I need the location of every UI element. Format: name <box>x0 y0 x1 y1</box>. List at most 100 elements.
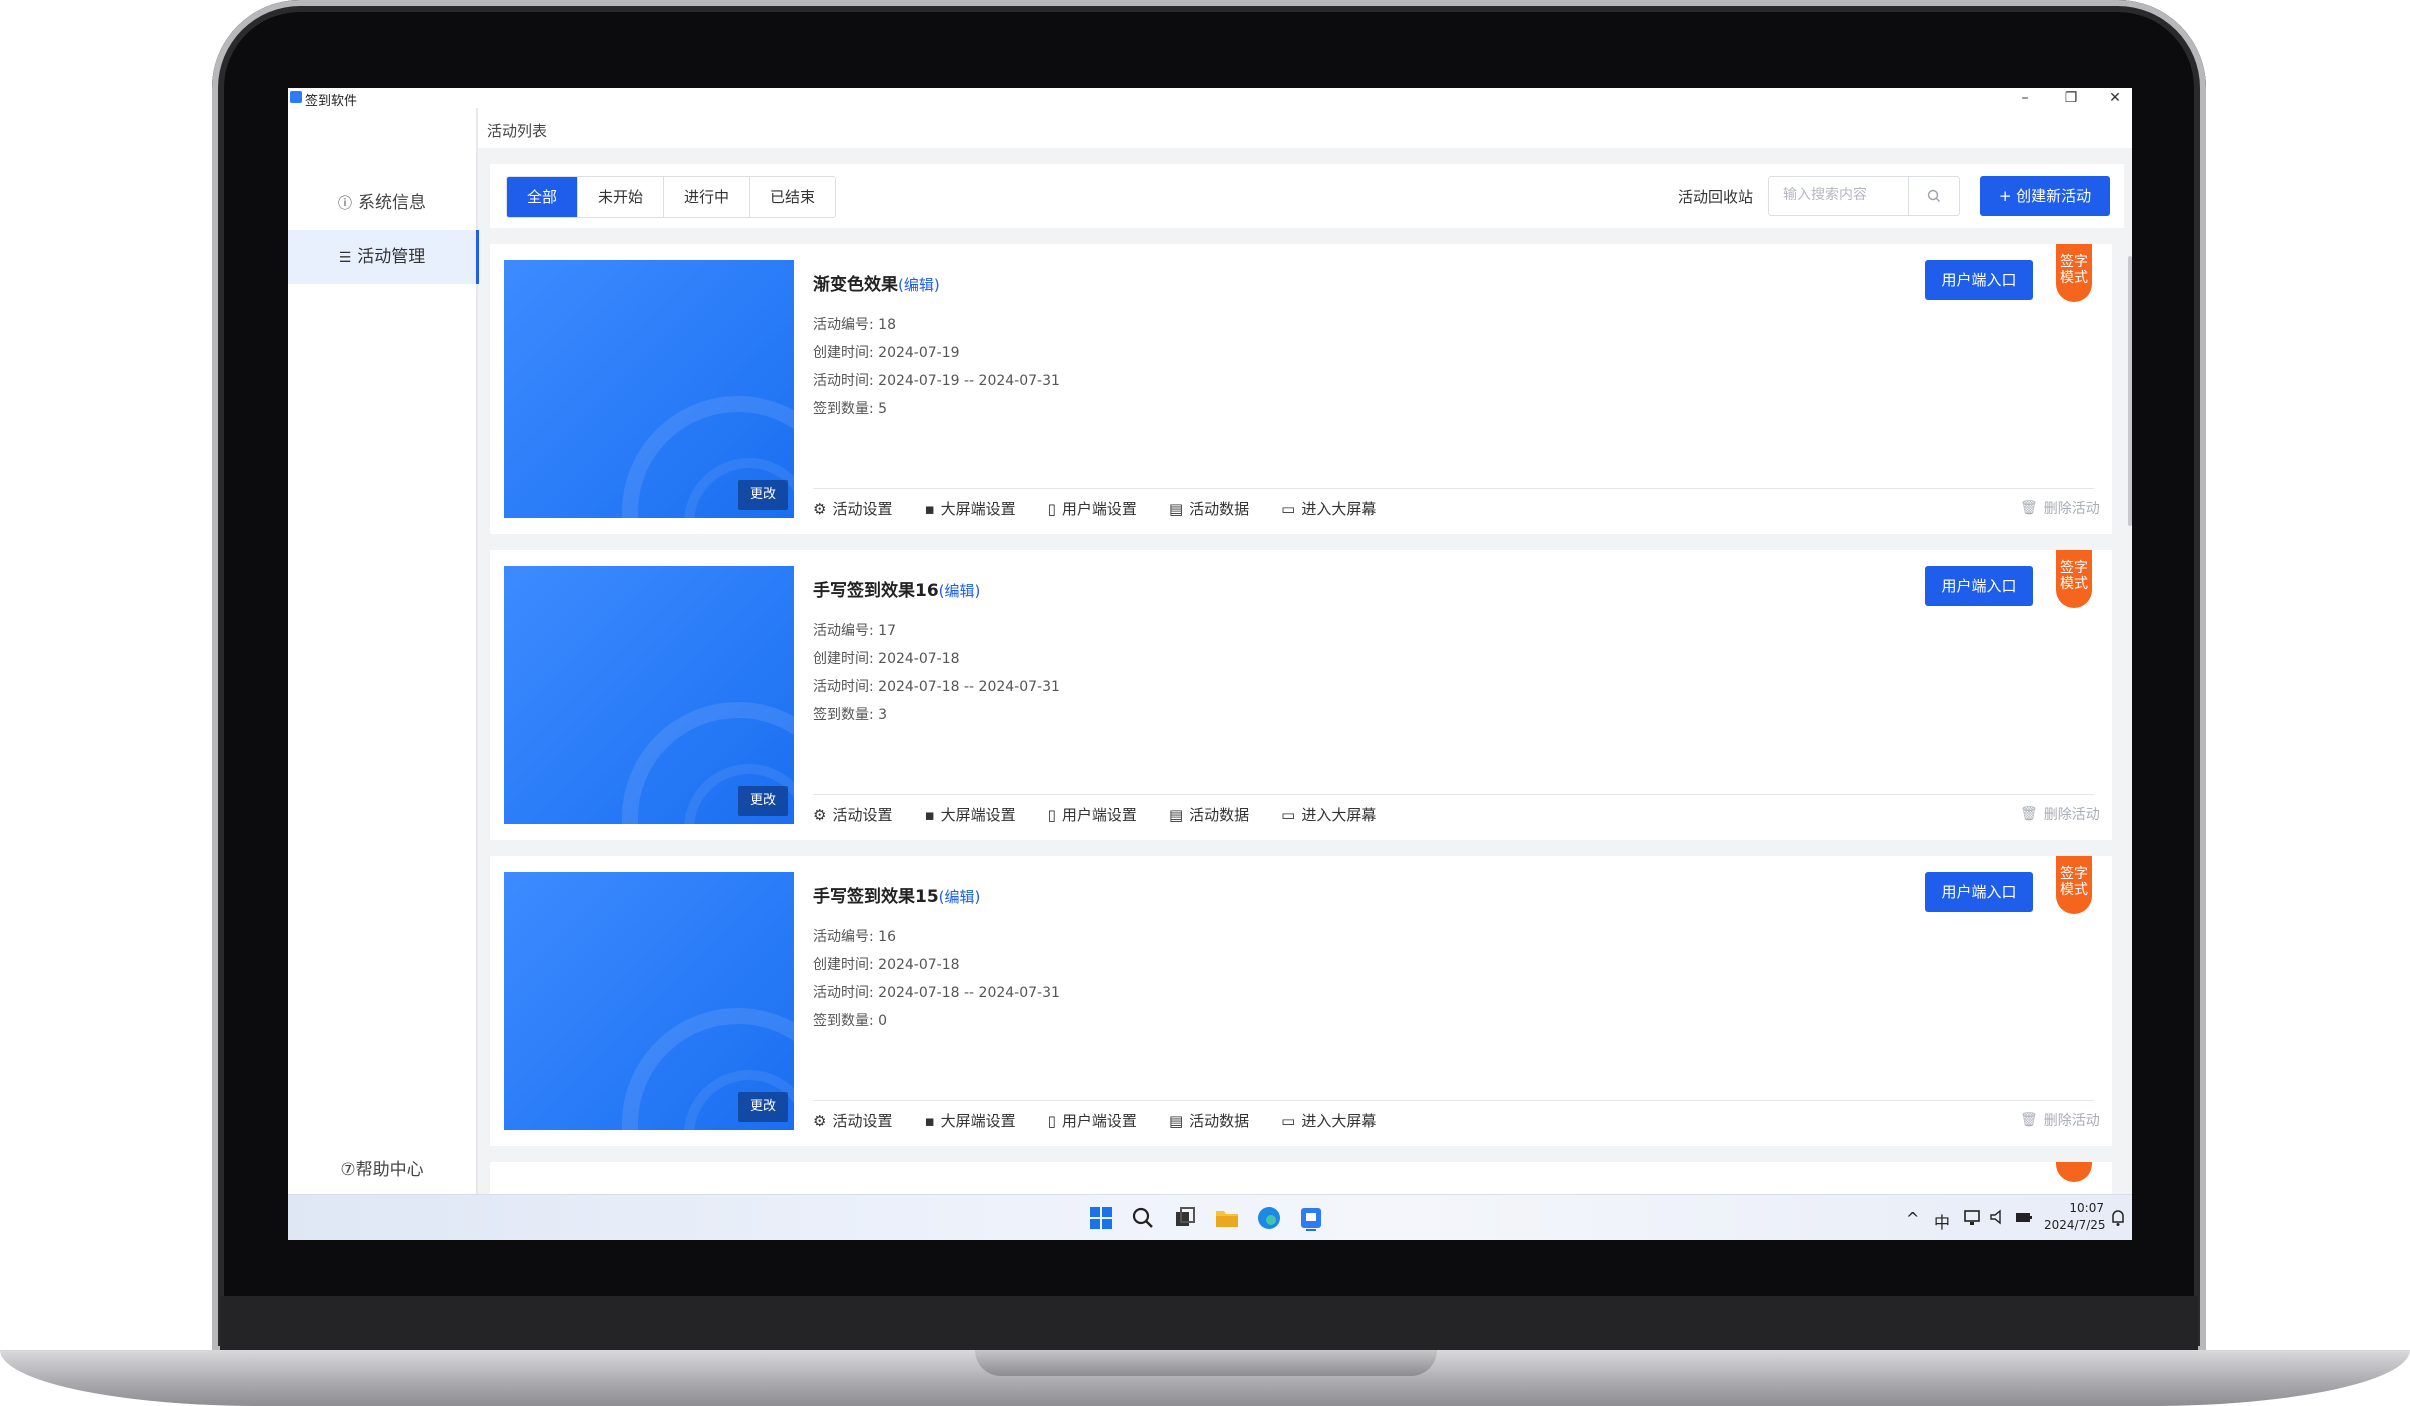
activity-created: 创建时间: 2024-07-19 <box>813 345 960 361</box>
breadcrumb: 活动列表 <box>478 108 2132 148</box>
activity-settings-button[interactable]: ⚙ 活动设置 <box>813 1110 892 1131</box>
help-center-link[interactable]: ⑦帮助中心 <box>288 1155 476 1180</box>
tray-expand-icon[interactable]: ^ <box>1906 1209 1919 1228</box>
action-label: 活动设置 <box>832 500 893 518</box>
phone-icon: ▯ <box>1047 1111 1056 1130</box>
list-icon: ☰ <box>338 250 352 266</box>
monitor-icon: ▭ <box>1281 499 1296 518</box>
close-button[interactable]: ✕ <box>2092 88 2132 108</box>
search-icon <box>1927 189 1940 202</box>
notification-bell-icon[interactable] <box>2110 1209 2126 1227</box>
search-icon[interactable] <box>1130 1205 1156 1231</box>
file-explorer-icon[interactable] <box>1214 1205 1240 1231</box>
tab-not-started[interactable]: 未开始 <box>578 177 665 217</box>
edit-link[interactable]: (编辑) <box>939 582 981 600</box>
activity-title-text: 手写签到效果16 <box>813 581 939 601</box>
activity-card: 更改 渐变色效果(编辑) 活动编号: 18 创建时间: 2024-07-19 活… <box>490 244 2112 534</box>
change-cover-button[interactable]: 更改 <box>738 480 788 510</box>
activity-data-button[interactable]: ▤ 活动数据 <box>1169 804 1249 825</box>
edit-link[interactable]: (编辑) <box>898 276 940 294</box>
enter-big-screen-button[interactable]: ▭ 进入大屏幕 <box>1281 804 1376 825</box>
search-input[interactable] <box>1769 177 1927 213</box>
screen-settings-button[interactable]: ▪ 大屏端设置 <box>924 804 1015 825</box>
gear-icon: ⚙ <box>813 1111 827 1130</box>
screen-settings-button[interactable]: ▪ 大屏端设置 <box>924 498 1015 519</box>
tab-in-progress[interactable]: 进行中 <box>664 177 751 217</box>
delete-activity-button[interactable]: 🗑 删除活动 <box>2020 498 2100 518</box>
restore-button[interactable]: ❐ <box>2048 88 2094 108</box>
activity-data-button[interactable]: ▤ 活动数据 <box>1169 498 1249 519</box>
user-entry-button[interactable]: 用户端入口 <box>1925 872 2033 912</box>
activity-id: 活动编号: 17 <box>813 623 896 639</box>
action-label: 进入大屏幕 <box>1301 806 1377 824</box>
tab-all[interactable]: 全部 <box>507 177 579 217</box>
user-entry-button[interactable]: 用户端入口 <box>1925 566 2033 606</box>
gear-icon: ⚙ <box>813 805 827 824</box>
list-scrollbar[interactable] <box>2128 256 2132 526</box>
action-label: 活动数据 <box>1189 806 1250 824</box>
user-settings-button[interactable]: ▯ 用户端设置 <box>1048 804 1137 825</box>
activity-period: 活动时间: 2024-07-18 -- 2024-07-31 <box>813 985 1060 1001</box>
delete-activity-button[interactable]: 🗑 删除活动 <box>2020 804 2100 824</box>
action-label: 进入大屏幕 <box>1301 1112 1377 1130</box>
delete-activity-button[interactable]: 🗑 删除活动 <box>2020 1110 2100 1130</box>
status-tabs: 全部 未开始 进行中 已结束 <box>506 176 837 218</box>
recycle-bin-link[interactable]: 活动回收站 <box>1678 186 1753 207</box>
clock-time: 10:07 <box>2069 1201 2104 1215</box>
window-titlebar: 签到软件 – ❐ ✕ <box>288 88 2132 109</box>
card-actions: ⚙ 活动设置 ▪ 大屏端设置 ▯ 用户端设置 ▤ 活动数据 ▭ 进入大屏幕 <box>813 804 1408 825</box>
signin-app-taskbar-icon[interactable] <box>1298 1205 1324 1231</box>
monitor-icon: ▭ <box>1281 1111 1296 1130</box>
user-settings-button[interactable]: ▯ 用户端设置 <box>1048 498 1137 519</box>
create-activity-button[interactable]: + 创建新活动 <box>1980 176 2110 216</box>
input-method-indicator[interactable]: 中 <box>1934 1209 1950 1233</box>
network-icon[interactable] <box>1962 1207 1982 1227</box>
system-clock[interactable]: 10:07 2024/7/25 <box>2044 1200 2106 1234</box>
minimize-button[interactable]: – <box>2002 88 2048 108</box>
activity-signin-count: 签到数量: 0 <box>813 1013 888 1029</box>
edge-browser-icon[interactable] <box>1256 1205 1282 1231</box>
tab-ended[interactable]: 已结束 <box>750 177 836 217</box>
change-cover-button[interactable]: 更改 <box>738 786 788 816</box>
activity-settings-button[interactable]: ⚙ 活动设置 <box>813 498 892 519</box>
sidebar-item-system-info[interactable]: ⓘ 系统信息 <box>288 176 476 230</box>
action-label: 进入大屏幕 <box>1301 500 1377 518</box>
edit-link[interactable]: (编辑) <box>939 888 981 906</box>
enter-big-screen-button[interactable]: ▭ 进入大屏幕 <box>1281 498 1376 519</box>
search-box <box>1768 176 1960 216</box>
screen: 签到软件 – ❐ ✕ ⓘ 系统信息 ☰ 活动管理 ⑦帮助中心 活动列表 全部 未开始… <box>288 88 2132 1240</box>
volume-icon[interactable] <box>1988 1207 2008 1227</box>
card-actions: ⚙ 活动设置 ▪ 大屏端设置 ▯ 用户端设置 ▤ 活动数据 ▭ 进入大屏幕 <box>813 1110 1408 1131</box>
app-icon <box>290 91 302 103</box>
screen-settings-button[interactable]: ▪ 大屏端设置 <box>924 1110 1015 1131</box>
user-entry-button[interactable]: 用户端入口 <box>1925 260 2033 300</box>
change-cover-button[interactable]: 更改 <box>738 1092 788 1122</box>
taskbar: ^ 中 10:07 2024/7/25 <box>288 1194 2132 1240</box>
signature-mode-badge: 签字 模式 <box>2056 244 2092 302</box>
delete-label: 删除活动 <box>2043 807 2100 823</box>
enter-big-screen-button[interactable]: ▭ 进入大屏幕 <box>1281 1110 1376 1131</box>
activity-title-text: 手写签到效果15 <box>813 887 939 907</box>
phone-icon: ▯ <box>1047 805 1056 824</box>
trash-icon: 🗑 <box>2020 806 2038 822</box>
chart-icon: ▤ <box>1168 1111 1184 1130</box>
battery-icon[interactable] <box>2014 1207 2034 1227</box>
action-label: 活动设置 <box>832 1112 893 1130</box>
search-button[interactable] <box>1908 177 1959 215</box>
sidebar-item-label: 活动管理 <box>357 247 426 267</box>
windows-start-icon[interactable] <box>1088 1205 1114 1231</box>
activity-list: 更改 渐变色效果(编辑) 活动编号: 18 创建时间: 2024-07-19 活… <box>490 244 2112 1194</box>
activity-id: 活动编号: 18 <box>813 317 896 333</box>
user-settings-button[interactable]: ▯ 用户端设置 <box>1048 1110 1137 1131</box>
action-label: 用户端设置 <box>1061 500 1137 518</box>
activity-settings-button[interactable]: ⚙ 活动设置 <box>813 804 892 825</box>
sidebar-item-activity-management[interactable]: ☰ 活动管理 <box>288 230 479 284</box>
signature-mode-badge: 签字 模式 <box>2056 856 2092 914</box>
filter-toolbar: 全部 未开始 进行中 已结束 活动回收站 + 创建新活动 <box>490 164 2124 228</box>
trash-icon: 🗑 <box>2020 1112 2038 1128</box>
activity-data-button[interactable]: ▤ 活动数据 <box>1169 1110 1249 1131</box>
divider <box>813 488 2094 489</box>
task-view-icon[interactable] <box>1172 1205 1198 1231</box>
activity-cover-image: 更改 <box>504 872 794 1130</box>
activity-title: 手写签到效果15(编辑) <box>813 882 980 907</box>
